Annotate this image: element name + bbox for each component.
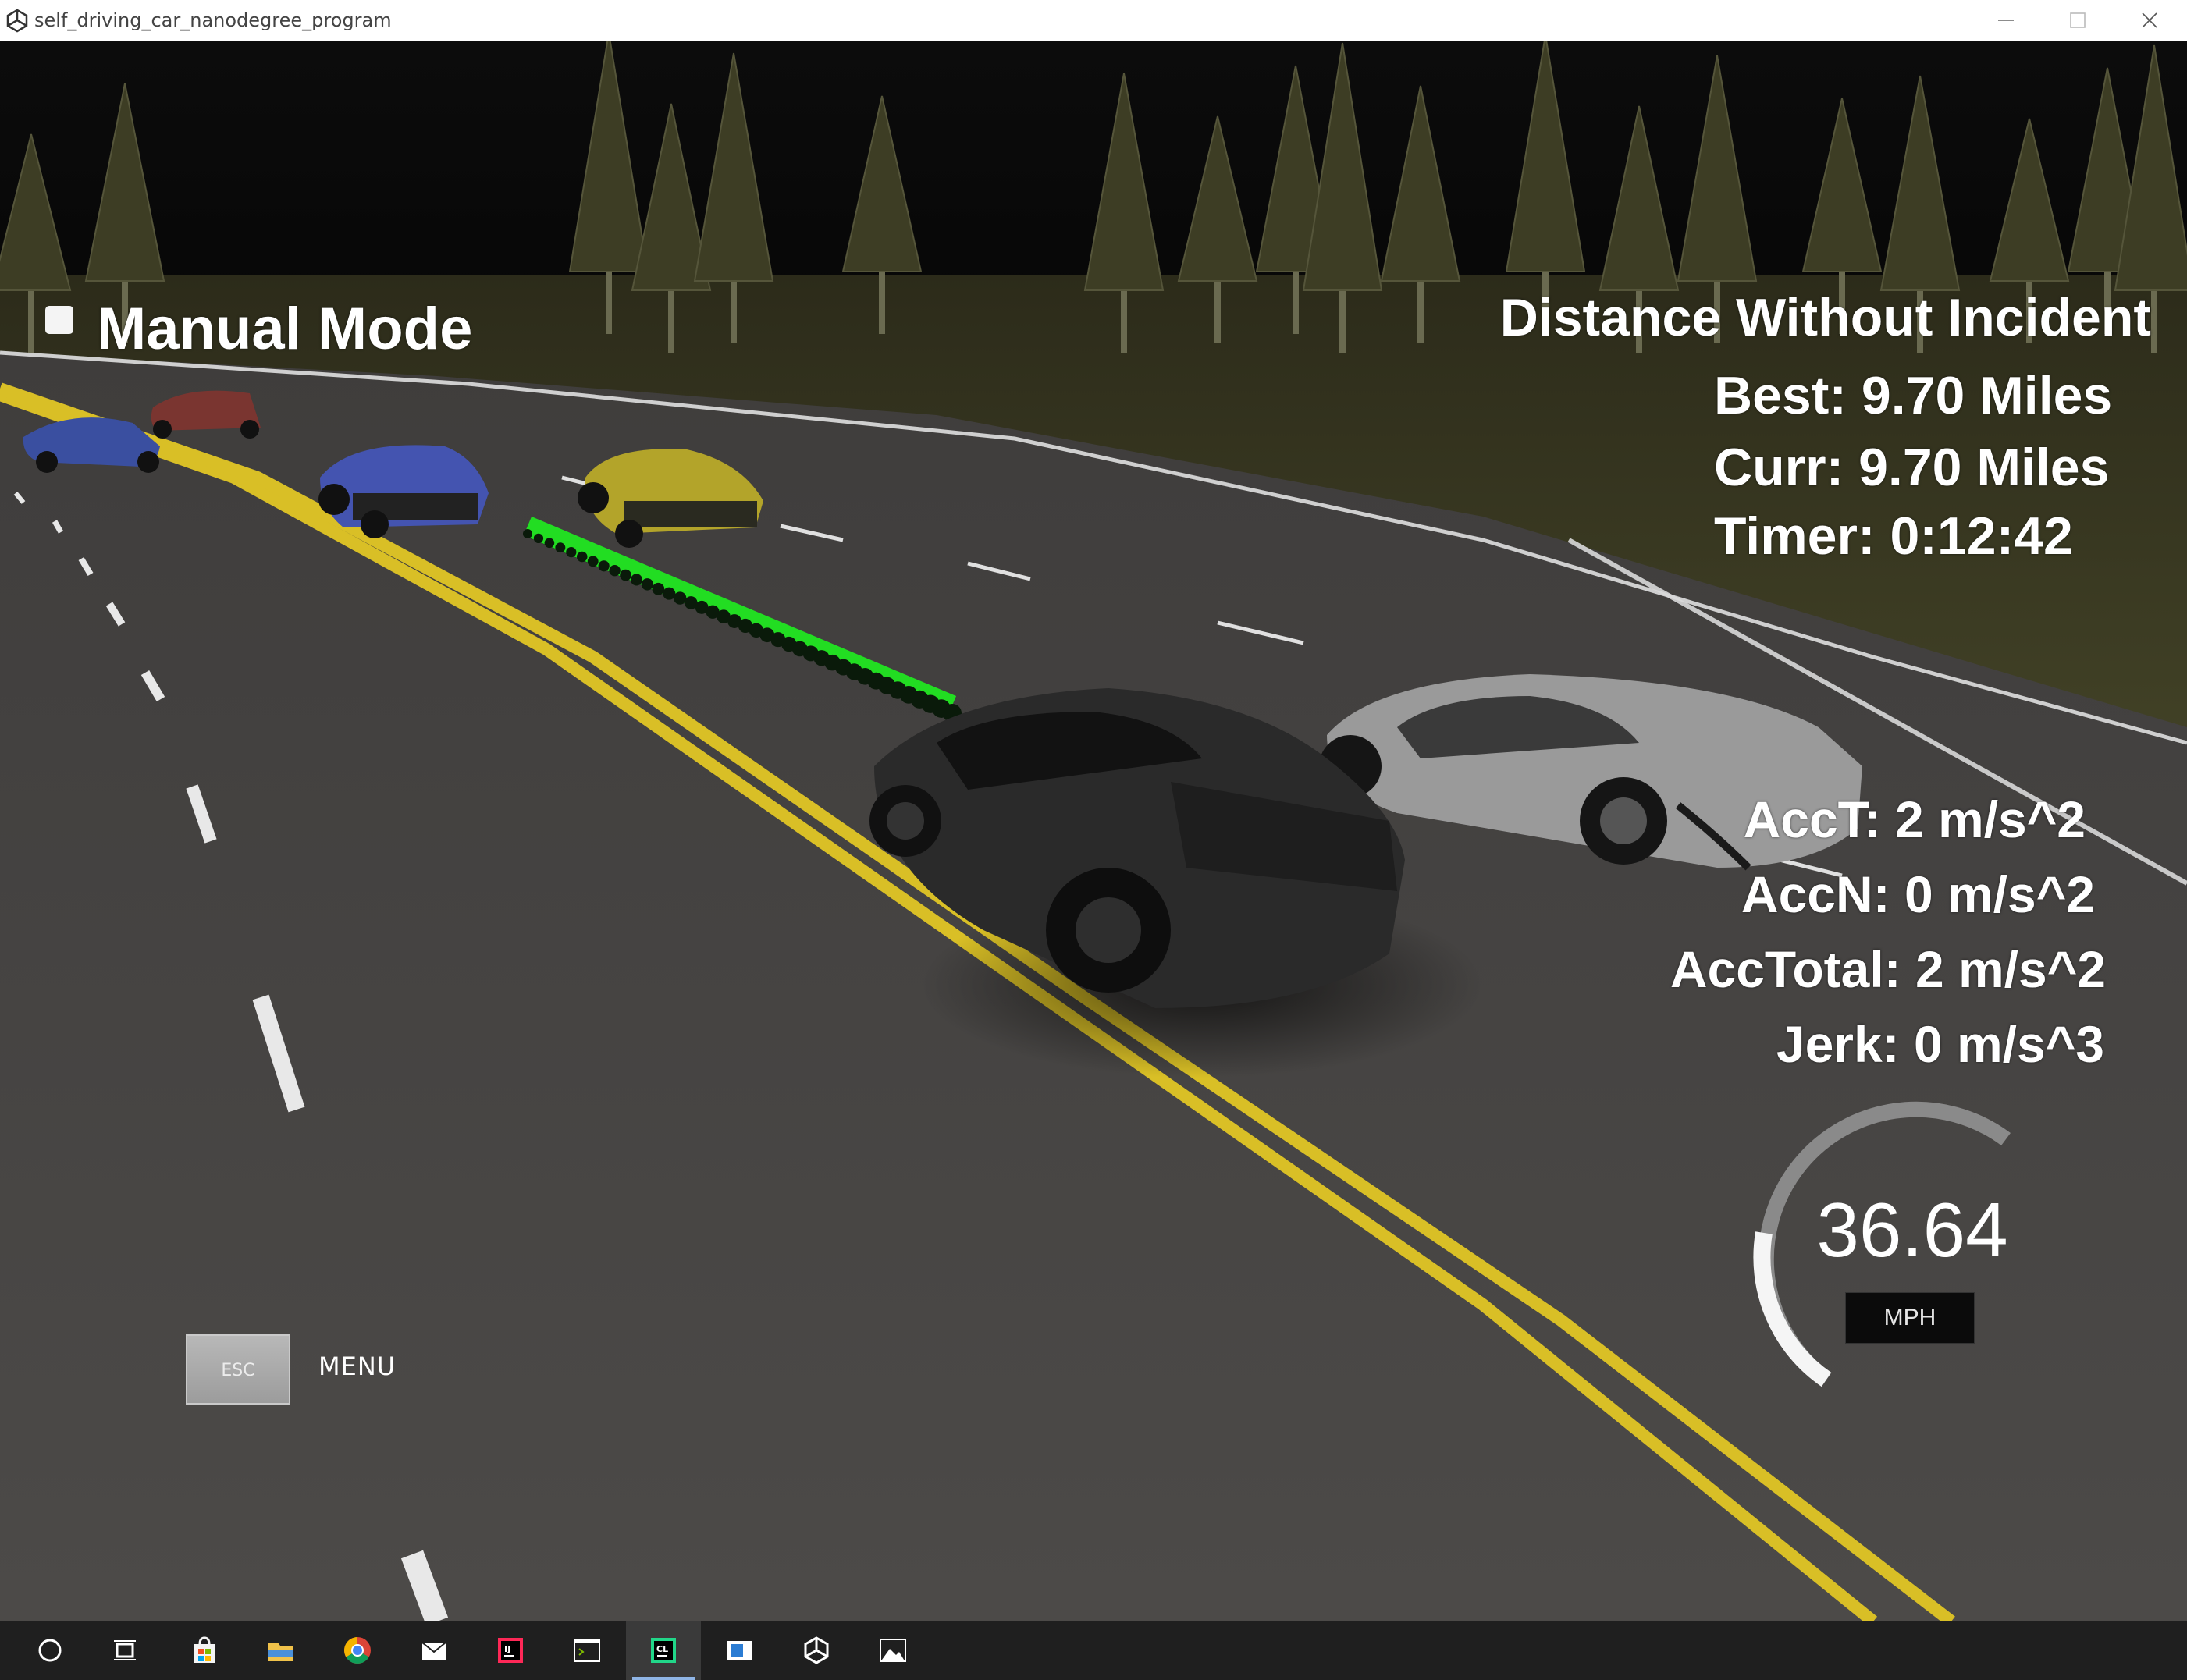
current-distance: Curr: 9.70 Miles	[1714, 438, 2110, 497]
unity-icon	[6, 9, 28, 33]
taskbar-photos[interactable]	[855, 1621, 930, 1680]
taskbar-chrome[interactable]	[320, 1621, 395, 1680]
taskbar-task-view[interactable]	[87, 1621, 162, 1680]
blue-car	[318, 445, 489, 538]
trajectory-point	[641, 578, 654, 591]
maximize-button[interactable]	[2042, 0, 2114, 41]
store-icon	[194, 1636, 215, 1663]
taskbar-unity[interactable]	[779, 1621, 854, 1680]
trajectory-point	[598, 560, 610, 572]
trajectory-point	[620, 569, 631, 581]
chrome-icon	[344, 1637, 371, 1664]
taskbar-mail[interactable]	[397, 1621, 471, 1680]
trajectory-point	[555, 542, 566, 553]
taskbar-file-explorer[interactable]	[244, 1621, 318, 1680]
minimize-icon	[1998, 20, 2014, 21]
terminal-icon	[574, 1639, 600, 1662]
clion-icon: CL	[651, 1638, 676, 1663]
trajectory-point	[576, 551, 588, 563]
trajectory-point	[523, 529, 532, 538]
window-app-icon	[727, 1641, 752, 1660]
acc-total: AccTotal: 2 m/s^2	[1670, 940, 2106, 998]
taskbar-cortana[interactable]	[12, 1621, 87, 1680]
speed-value: 36.64	[1816, 1187, 2008, 1273]
svg-text:IJ: IJ	[504, 1644, 510, 1654]
file-explorer-icon	[268, 1643, 293, 1661]
window-title: self_driving_car_nanodegree_program	[34, 9, 392, 31]
intellij-icon: IJ	[498, 1638, 523, 1663]
window-title-bar: self_driving_car_nanodegree_program	[0, 0, 2187, 41]
best-distance: Best: 9.70 Miles	[1714, 366, 2113, 425]
menu-label[interactable]: MENU	[318, 1351, 396, 1381]
esc-button[interactable]: ESC	[186, 1334, 290, 1405]
svg-text:CL: CL	[656, 1644, 668, 1654]
close-button[interactable]	[2114, 0, 2185, 41]
jerk: Jerk: 0 m/s^3	[1776, 1015, 2104, 1073]
timer: Timer: 0:12:42	[1714, 506, 2073, 566]
taskbar-clion[interactable]: CL	[626, 1621, 701, 1680]
trajectory-point	[652, 582, 665, 595]
mail-icon	[421, 1642, 446, 1660]
taskbar-intellij[interactable]: IJ	[473, 1621, 548, 1680]
trajectory-point	[544, 538, 555, 549]
trajectory-point	[630, 574, 643, 586]
taskbar-terminal[interactable]	[549, 1621, 624, 1680]
cortana-search-icon	[38, 1639, 62, 1662]
taskbar-window-app[interactable]	[702, 1621, 777, 1680]
speed-unit: MPH	[1845, 1292, 1975, 1344]
close-icon	[2142, 12, 2157, 28]
manual-mode-checkbox[interactable]	[45, 306, 73, 334]
manual-mode-label: Manual Mode	[97, 296, 473, 362]
trajectory-point	[587, 556, 599, 567]
trajectory-point	[663, 587, 676, 600]
acc-normal: AccN: 0 m/s^2	[1741, 865, 2095, 923]
trajectory-point	[566, 546, 577, 558]
taskbar-store[interactable]	[167, 1621, 242, 1680]
task-view-icon	[114, 1640, 136, 1660]
minimize-button[interactable]	[1970, 0, 2042, 41]
photos-icon	[880, 1639, 906, 1662]
unity-icon	[804, 1636, 829, 1664]
trajectory-point	[533, 533, 544, 544]
acc-tangential: AccT: 2 m/s^2	[1743, 790, 2086, 848]
distance-title: Distance Without Incident	[1499, 288, 2151, 347]
windows-taskbar: IJ CL	[0, 1621, 2187, 1680]
trajectory-point	[609, 564, 621, 577]
maximize-icon	[2070, 12, 2086, 28]
